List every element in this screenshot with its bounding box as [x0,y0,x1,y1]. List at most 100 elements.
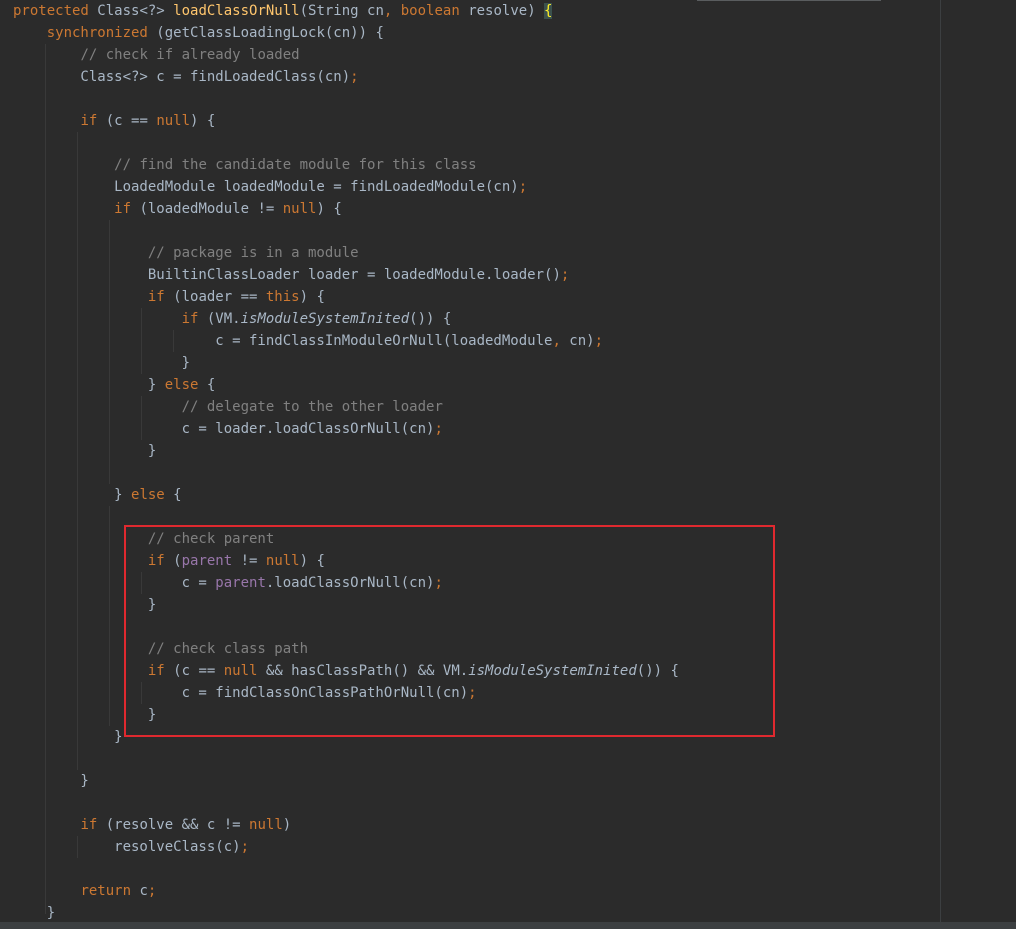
code-token: ; [434,575,443,591]
code-line[interactable]: LoadedModule loadedModule = findLoadedMo… [13,176,679,198]
code-token: c = findClassInModuleOrNull(loadedModule [13,333,553,349]
code-line[interactable]: synchronized (getClassLoadingLock(cn)) { [13,22,679,44]
horizontal-scrollbar[interactable] [0,922,1016,929]
code-line[interactable] [13,88,679,110]
code-token: // delegate to the other loader [181,399,443,415]
code-token: parent [181,553,233,569]
code-line[interactable]: } [13,594,679,616]
code-line[interactable] [13,748,679,770]
code-line[interactable]: // check parent [13,528,679,550]
code-line[interactable]: c = findClassOnClassPathOrNull(cn); [13,682,679,704]
code-token: ) { [316,201,342,217]
code-token: else [164,377,207,393]
code-token: c = loader.loadClassOrNull(cn) [13,421,435,437]
code-token: ; [518,179,528,195]
scroll-indicator [697,0,881,1]
code-line[interactable] [13,462,679,484]
code-token: if [114,201,140,217]
code-token: (c == [173,663,224,679]
code-line[interactable]: // delegate to the other loader [13,396,679,418]
code-line[interactable]: // check if already loaded [13,44,679,66]
code-token: != [232,553,266,569]
code-token: this [265,289,300,305]
code-token: null [249,817,283,833]
code-line[interactable] [13,616,679,638]
code-line[interactable] [13,792,679,814]
code-editor[interactable]: protected Class<?> loadClassOrNull(Strin… [0,0,1016,929]
code-line[interactable]: // check class path [13,638,679,660]
code-line[interactable]: } [13,770,679,792]
code-line[interactable]: c = parent.loadClassOrNull(cn); [13,572,679,594]
right-margin-guide [940,0,941,922]
code-token: isModuleSystemInited [240,311,410,327]
code-token: return [80,883,140,899]
code-line[interactable]: if (resolve && c != null) [13,814,679,836]
code-line[interactable]: protected Class<?> loadClassOrNull(Strin… [13,0,679,22]
code-token: .loadClassOrNull(cn) [265,575,435,591]
code-token: (loadedModule != [139,201,283,217]
code-token: // check class path [147,641,309,657]
code-token: && hasClassPath() && VM. [265,663,469,679]
code-line[interactable]: Class<?> c = findLoadedClass(cn); [13,66,679,88]
code-token: null [156,113,191,129]
code-line[interactable]: if (parent != null) { [13,550,679,572]
code-line[interactable]: } [13,704,679,726]
code-line[interactable]: BuiltinClassLoader loader = loadedModule… [13,264,679,286]
code-line[interactable]: if (c == null) { [13,110,679,132]
code-token: c = [13,575,216,591]
code-line[interactable]: if (loadedModule != null) { [13,198,679,220]
code-token: if [80,113,106,129]
code-token: // check parent [147,531,275,547]
code-token: (loader == [173,289,266,305]
code-line[interactable]: } else { [13,374,679,396]
code-line[interactable]: } [13,902,679,924]
code-token: BuiltinClassLoader loader = loadedModule… [13,267,561,283]
code-token: } [13,773,89,789]
code-token: (c == [105,113,157,129]
code-line[interactable]: return c; [13,880,679,902]
code-line[interactable] [13,220,679,242]
code-token: ; [594,333,604,349]
code-token: Class<?> [97,3,174,19]
code-token: } [13,377,165,393]
code-line[interactable] [13,132,679,154]
code-line[interactable]: } [13,440,679,462]
code-line[interactable]: } [13,726,679,748]
code-token: (VM. [206,311,241,327]
code-line[interactable]: c = findClassInModuleOrNull(loadedModule… [13,330,679,352]
code-line[interactable]: if (VM.isModuleSystemInited()) { [13,308,679,330]
code-line[interactable]: } else { [13,484,679,506]
code-line[interactable] [13,858,679,880]
code-line[interactable]: if (loader == this) { [13,286,679,308]
code-token: null [265,553,300,569]
code-token: , [552,333,570,349]
code-token: } [13,905,56,921]
code-line[interactable]: resolveClass(c); [13,836,679,858]
code-line[interactable]: // package is in a module [13,242,679,264]
code-line[interactable]: if (c == null && hasClassPath() && VM.is… [13,660,679,682]
code-token: cn) [569,333,595,349]
code-token: loadClassOrNull [173,3,300,19]
code-token: // find the candidate module for this cl… [114,157,477,173]
code-lines[interactable]: protected Class<?> loadClassOrNull(Strin… [13,0,679,924]
code-token: } [13,597,157,613]
code-token: null [223,663,266,679]
code-token: } [13,729,123,745]
code-token: c = findClassOnClassPathOrNull(cn) [13,685,469,701]
code-line[interactable]: // find the candidate module for this cl… [13,154,679,176]
code-line[interactable]: } [13,352,679,374]
code-token: ( [173,553,182,569]
code-token: if [147,663,174,679]
code-line[interactable]: c = loader.loadClassOrNull(cn); [13,418,679,440]
code-token: ; [560,267,570,283]
code-line[interactable] [13,506,679,528]
code-token: } [13,487,132,503]
